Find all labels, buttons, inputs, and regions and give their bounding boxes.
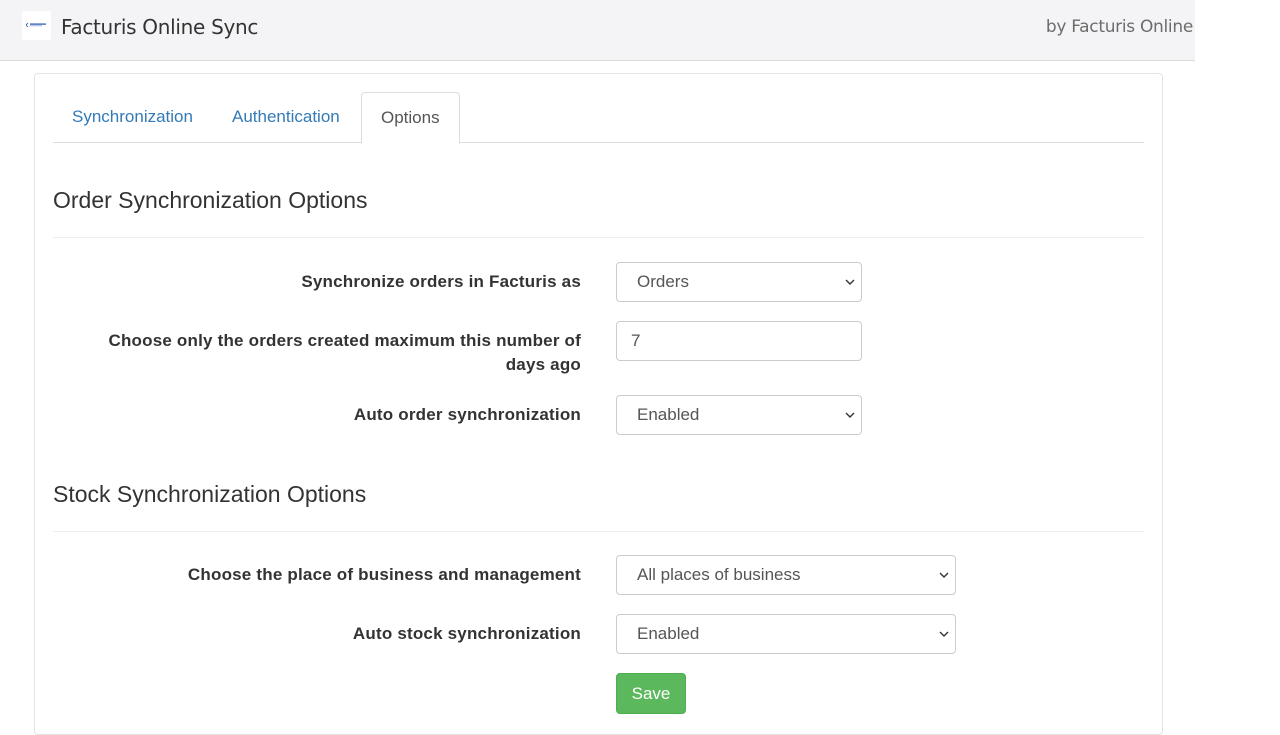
save-button[interactable]: Save <box>616 673 686 714</box>
auto-order-sync-value: Enabled <box>637 405 700 424</box>
order-section-title: Order Synchronization Options <box>53 187 368 213</box>
logo-mark <box>26 23 46 27</box>
chevron-down-icon <box>939 631 949 637</box>
chevron-down-icon <box>939 572 949 578</box>
divider <box>53 237 1144 238</box>
tab-synchronization[interactable]: Synchronization <box>53 92 212 141</box>
auto-stock-sync-value: Enabled <box>637 624 700 643</box>
chevron-down-icon <box>845 412 855 418</box>
facturis-logo-icon <box>22 11 51 40</box>
place-of-business-select[interactable]: All places of business <box>616 555 956 595</box>
top-bar: Facturis Online Sync by Facturis Online <box>0 0 1195 61</box>
sync-orders-as-label: Synchronize orders in Facturis as <box>301 272 581 291</box>
sync-orders-as-value: Orders <box>637 272 689 291</box>
options-panel: Synchronization Authentication Options O… <box>34 73 1163 735</box>
auto-stock-sync-select[interactable]: Enabled <box>616 614 956 654</box>
place-of-business-label: Choose the place of business and managem… <box>187 565 581 584</box>
days-ago-input[interactable]: 7 <box>616 321 862 361</box>
divider <box>53 531 1144 532</box>
place-of-business-value: All places of business <box>637 565 801 584</box>
auto-order-sync-label: Auto order synchronization <box>353 405 581 424</box>
days-ago-value: 7 <box>631 331 641 350</box>
auto-stock-sync-label: Auto stock synchronization <box>352 624 581 643</box>
stock-section-title: Stock Synchronization Options <box>53 481 367 507</box>
auto-order-sync-select[interactable]: Enabled <box>616 395 862 435</box>
sync-orders-as-select[interactable]: Orders <box>616 262 862 302</box>
tab-authentication[interactable]: Authentication <box>213 92 359 141</box>
tab-options[interactable]: Options <box>361 92 460 144</box>
days-ago-label: Choose only the orders created maximum t… <box>108 331 581 374</box>
tab-bar: Synchronization Authentication Options <box>53 92 1144 144</box>
app-title: Facturis Online Sync <box>61 15 259 39</box>
chevron-down-icon <box>845 279 855 285</box>
by-line: by Facturis Online <box>1045 17 1193 37</box>
